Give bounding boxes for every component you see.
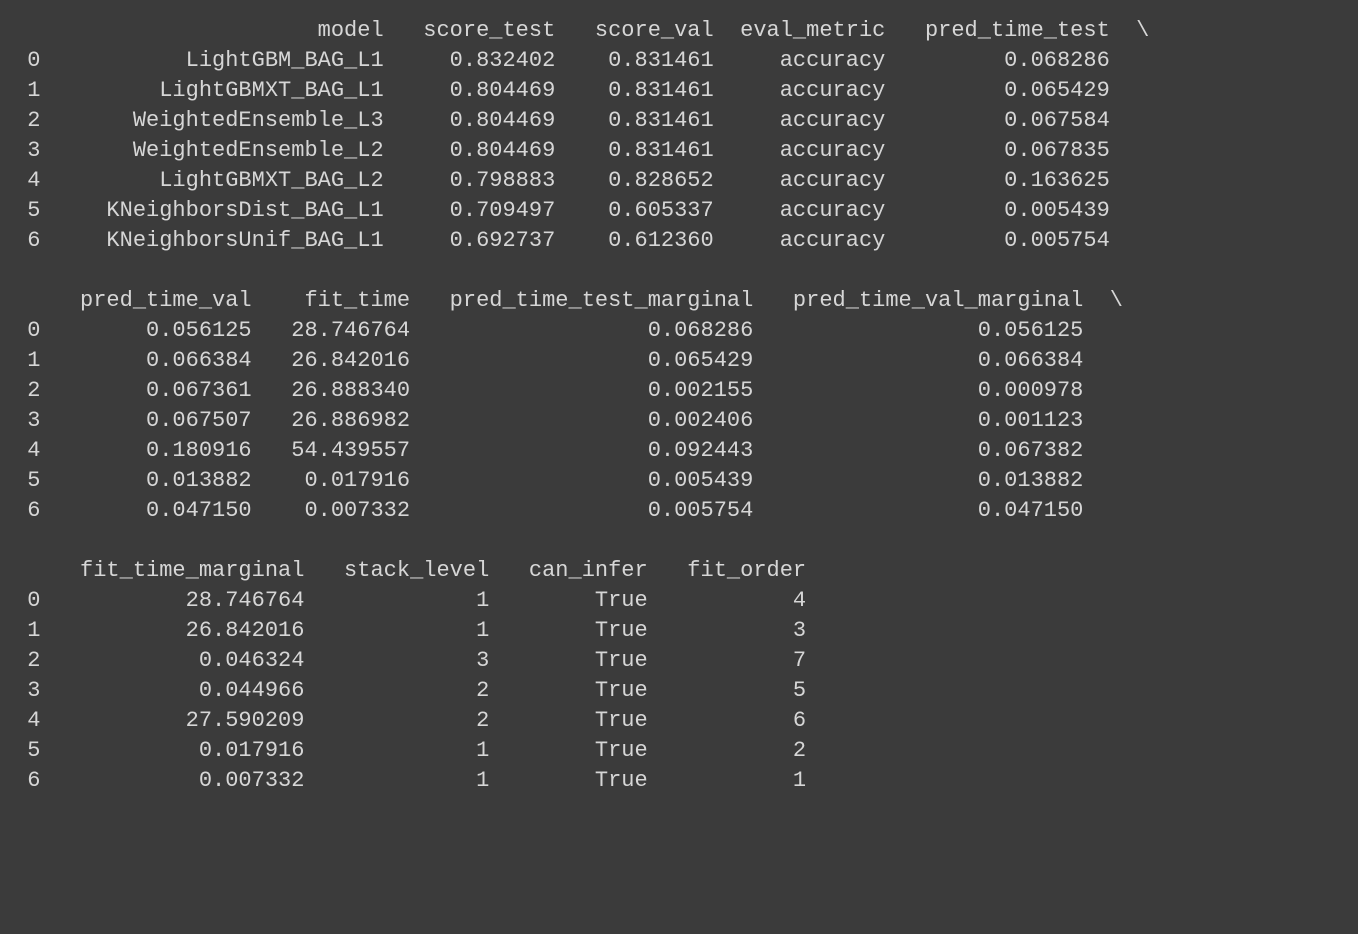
dataframe-output: model score_test score_val eval_metric p… <box>0 0 1358 810</box>
